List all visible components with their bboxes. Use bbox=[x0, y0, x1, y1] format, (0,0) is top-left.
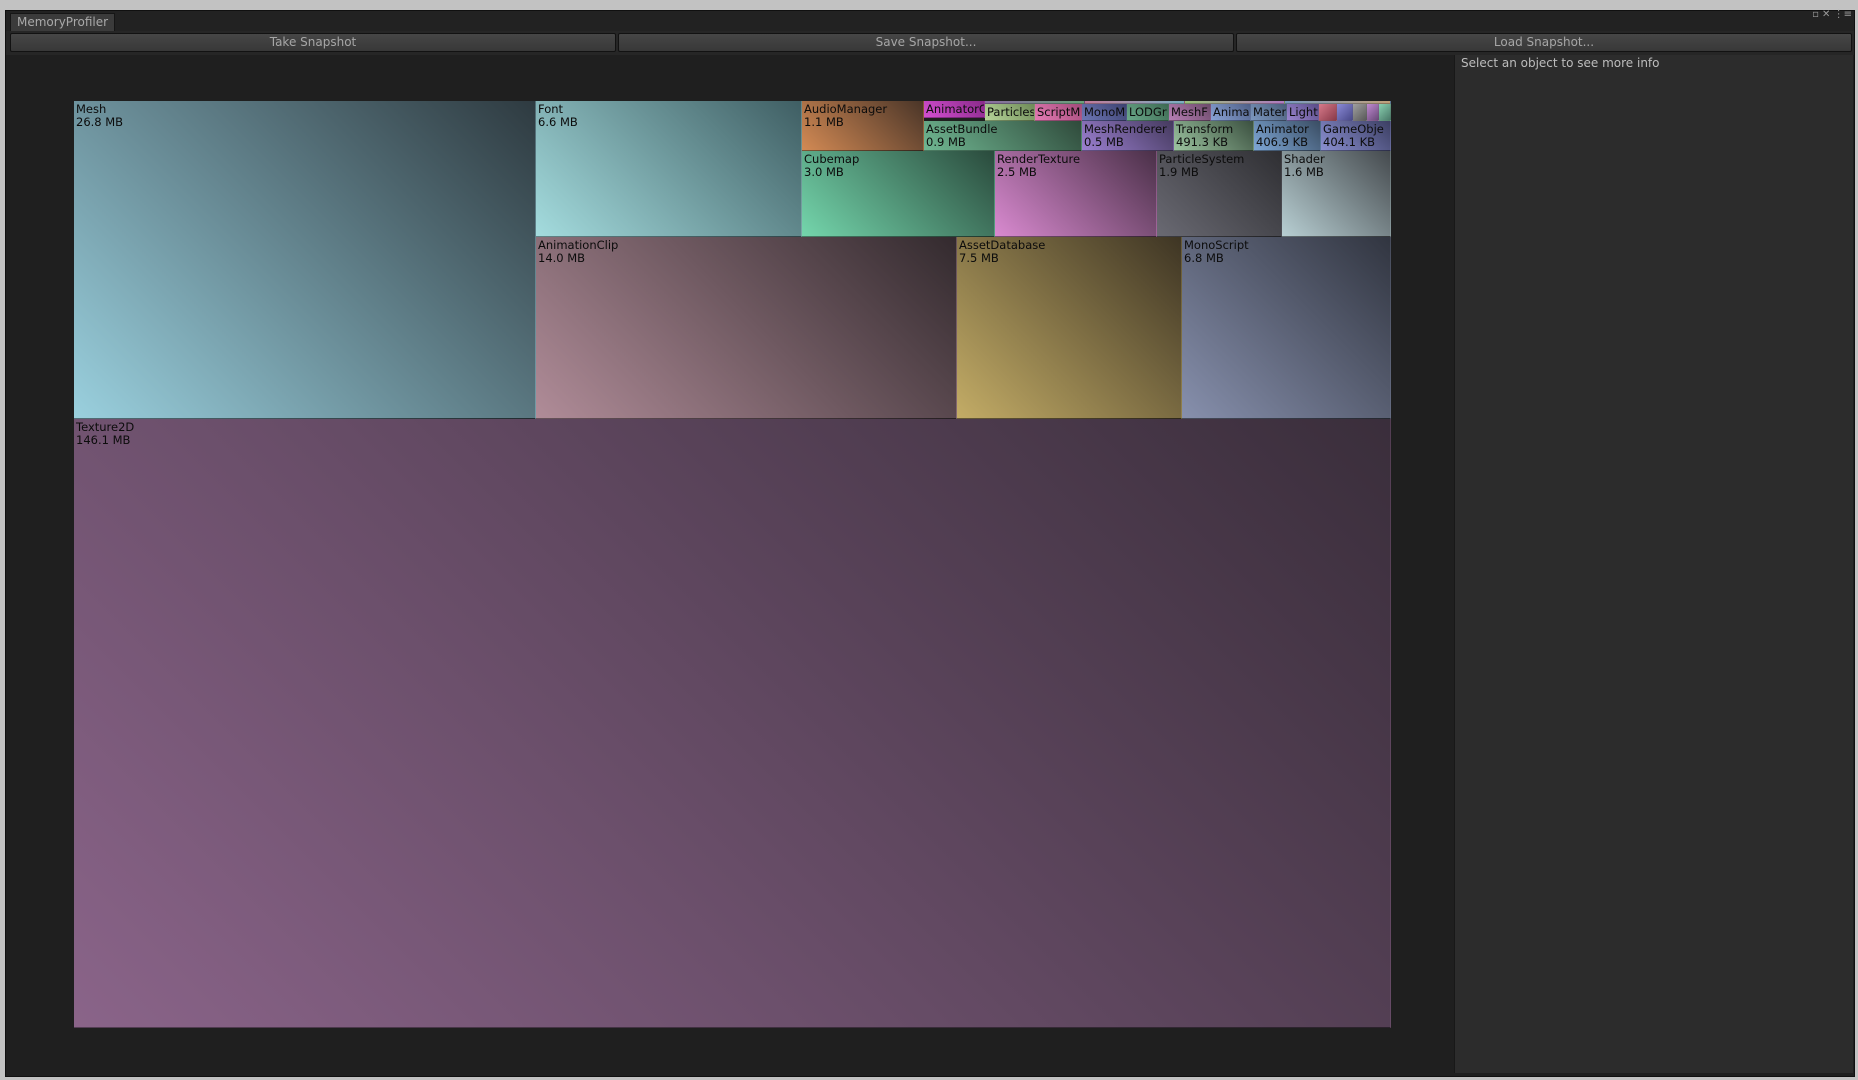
cell-name: LODGr bbox=[1129, 105, 1167, 119]
treemap-cell-assetdatabase[interactable]: AssetDatabase 7.5 MB bbox=[957, 237, 1182, 419]
cell-name: Mater bbox=[1253, 105, 1287, 119]
cell-size: 3.0 MB bbox=[804, 165, 844, 179]
take-snapshot-button[interactable]: Take Snapshot bbox=[10, 33, 616, 52]
window-controls-icon[interactable]: ▫ ✕ ⋮≡ bbox=[1812, 10, 1852, 20]
cell-name: MeshF bbox=[1171, 105, 1208, 119]
save-snapshot-button[interactable]: Save Snapshot... bbox=[618, 33, 1234, 52]
cell-name: Texture2D bbox=[76, 420, 135, 434]
treemap-cell-particlesystem[interactable]: ParticleSystem 1.9 MB bbox=[1157, 151, 1282, 237]
cell-name: Particles bbox=[987, 105, 1035, 119]
treemap-cell-font[interactable]: Font 6.6 MB bbox=[536, 101, 802, 237]
cell-size: 404.1 KB bbox=[1323, 135, 1376, 149]
cell-size: 146.1 MB bbox=[76, 433, 131, 447]
cell-name: AnimationClip bbox=[538, 238, 619, 252]
cell-size: 1.9 MB bbox=[1159, 165, 1199, 179]
cell-size: 1.6 MB bbox=[1284, 165, 1324, 179]
treemap-cell-scriptm[interactable]: ScriptM bbox=[1035, 104, 1082, 121]
treemap-cell-small[interactable] bbox=[1085, 101, 1185, 104]
treemap-cell-lodgroup[interactable]: LODGr bbox=[1127, 104, 1169, 121]
cell-size: 491.3 KB bbox=[1176, 135, 1229, 149]
treemap-cell-assetbundle[interactable]: AssetBundle 0.9 MB bbox=[924, 121, 1082, 151]
toolbar: Take Snapshot Save Snapshot... Load Snap… bbox=[6, 31, 1854, 55]
treemap-cell-small[interactable] bbox=[1367, 104, 1379, 121]
treemap-cell-texture2d[interactable]: Texture2D 146.1 MB bbox=[74, 419, 1391, 1028]
cell-size: 14.0 MB bbox=[538, 251, 586, 265]
cell-name: MonoM bbox=[1084, 105, 1126, 119]
cell-name: ScriptM bbox=[1037, 105, 1081, 119]
treemap-cell-meshfilter[interactable]: MeshF bbox=[1169, 104, 1211, 121]
treemap-cell-particles[interactable]: Particles bbox=[985, 104, 1035, 121]
cell-size: 406.9 KB bbox=[1256, 135, 1309, 149]
cell-size: 1.1 MB bbox=[804, 115, 844, 129]
treemap-cell-small[interactable] bbox=[1185, 101, 1285, 104]
treemap-cell-gameobject[interactable]: GameObje 404.1 KB bbox=[1321, 121, 1391, 151]
cell-size: 26.8 MB bbox=[76, 115, 124, 129]
treemap-cell-animatorcontroller[interactable]: AnimatorC bbox=[924, 101, 985, 118]
treemap-cell-light[interactable]: Light bbox=[1287, 104, 1319, 121]
cell-size: 7.5 MB bbox=[959, 251, 999, 265]
treemap-cell-small[interactable] bbox=[985, 101, 1085, 104]
treemap-cell-animationclip[interactable]: AnimationClip 14.0 MB bbox=[536, 237, 957, 419]
tab-strip: MemoryProfiler ▫ ✕ ⋮≡ bbox=[6, 10, 1854, 31]
treemap-view[interactable]: Mesh 26.8 MB Font 6.6 MB AudioManager 1.… bbox=[7, 57, 1450, 1073]
cell-name: Light bbox=[1289, 105, 1318, 119]
treemap-cell-small[interactable] bbox=[1379, 104, 1391, 121]
cell-size: 0.5 MB bbox=[1084, 135, 1124, 149]
tab-memory-profiler[interactable]: MemoryProfiler bbox=[10, 13, 116, 31]
treemap-cell-audiomanager[interactable]: AudioManager 1.1 MB bbox=[802, 101, 924, 151]
cell-size: 2.5 MB bbox=[997, 165, 1037, 179]
cell-size: 6.6 MB bbox=[538, 115, 578, 129]
treemap-cell-animator[interactable]: Animator 406.9 KB bbox=[1254, 121, 1321, 151]
treemap-cell-small[interactable] bbox=[1337, 104, 1353, 121]
cell-size: 6.8 MB bbox=[1184, 251, 1224, 265]
treemap-cell-small[interactable] bbox=[1319, 104, 1337, 121]
treemap-cell-rendertexture[interactable]: RenderTexture 2.5 MB bbox=[995, 151, 1157, 237]
treemap-cell-small[interactable] bbox=[1353, 104, 1367, 121]
treemap-cell-material[interactable]: Mater bbox=[1251, 104, 1287, 121]
treemap-cell-shader[interactable]: Shader 1.6 MB bbox=[1282, 151, 1391, 237]
details-placeholder-text: Select an object to see more info bbox=[1461, 56, 1660, 70]
treemap-cell-mesh[interactable]: Mesh 26.8 MB bbox=[74, 101, 536, 419]
treemap-cell-cubemap[interactable]: Cubemap 3.0 MB bbox=[802, 151, 995, 237]
details-panel: Select an object to see more info bbox=[1454, 55, 1853, 1073]
load-snapshot-button[interactable]: Load Snapshot... bbox=[1236, 33, 1852, 52]
cell-name: Mesh bbox=[76, 102, 107, 116]
treemap-cell-transform[interactable]: Transform 491.3 KB bbox=[1174, 121, 1254, 151]
memory-profiler-window: MemoryProfiler ▫ ✕ ⋮≡ Take Snapshot Save… bbox=[5, 10, 1855, 1077]
treemap-cell-meshrenderer[interactable]: MeshRenderer 0.5 MB bbox=[1082, 121, 1174, 151]
treemap-cell-monom[interactable]: MonoM bbox=[1082, 104, 1127, 121]
cell-name: AnimatorC bbox=[926, 102, 985, 116]
treemap-cell-anima[interactable]: Anima bbox=[1211, 104, 1251, 121]
cell-name: Anima bbox=[1213, 105, 1250, 119]
cell-size: 0.9 MB bbox=[926, 135, 966, 149]
treemap-cell-monoscript[interactable]: MonoScript 6.8 MB bbox=[1182, 237, 1391, 419]
